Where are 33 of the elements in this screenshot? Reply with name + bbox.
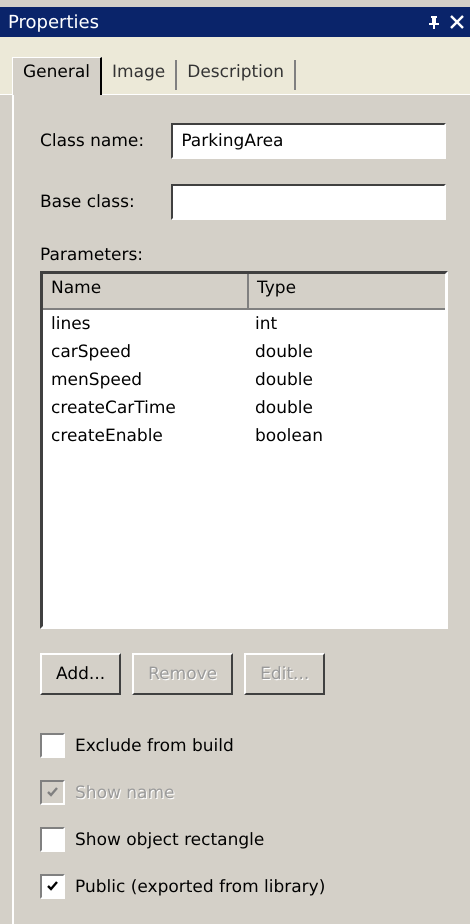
table-cell: createCarTime — [51, 398, 176, 418]
check-icon — [46, 786, 59, 799]
checkbox-label: Exclude from build — [75, 736, 234, 756]
table-cell: lines — [51, 314, 91, 334]
checkbox[interactable] — [40, 733, 65, 758]
pin-icon[interactable] — [428, 15, 440, 29]
checkbox-label: Public (exported from library) — [75, 876, 326, 896]
checkbox-label: Show name — [75, 782, 174, 802]
window-title: Properties — [8, 12, 100, 32]
class-name-field[interactable]: ParkingArea — [171, 123, 446, 159]
close-icon[interactable] — [450, 15, 464, 29]
column-header[interactable]: Name — [43, 274, 249, 308]
table-cell: carSpeed — [51, 342, 132, 362]
column-header[interactable]: Type — [249, 274, 445, 308]
tab[interactable]: Image — [102, 60, 178, 90]
field-label: Class name: — [40, 131, 146, 151]
table-cell: boolean — [255, 426, 323, 446]
field-label: Base class: — [40, 192, 136, 212]
table-cell: double — [255, 370, 313, 390]
checkbox-label: Show object rectangle — [75, 830, 264, 850]
table-cell: createEnable — [51, 426, 163, 446]
table-cell: double — [255, 342, 313, 362]
check-icon — [46, 880, 59, 893]
parameters-label: Parameters: — [40, 245, 144, 265]
table-cell: menSpeed — [51, 370, 142, 390]
checkbox[interactable] — [40, 827, 65, 852]
table-cell: int — [255, 314, 278, 334]
tab[interactable]: General — [12, 57, 102, 95]
dialog-button[interactable]: Add... — [40, 653, 122, 695]
tab[interactable]: Description — [177, 60, 296, 90]
table-cell: double — [255, 398, 313, 418]
checkbox[interactable] — [40, 874, 65, 899]
base-class-field[interactable] — [171, 184, 446, 220]
